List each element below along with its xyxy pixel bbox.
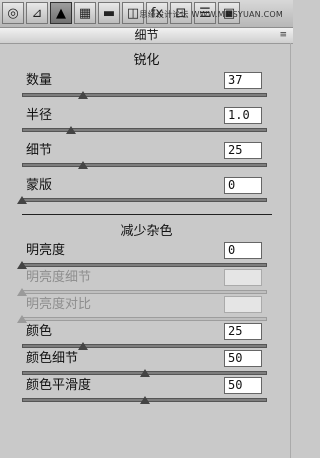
noise-reduction-section-title: 减少杂色 [120,224,173,239]
sharpening-section-title: 锐化 [133,53,160,68]
slider-thumb[interactable] [139,369,150,377]
tone-curve-icon[interactable]: ⊿ [26,2,48,24]
slider-thumb [17,288,27,296]
slider-value-input[interactable]: 0 [224,242,262,259]
hsl-icon[interactable]: ▦ [74,2,96,24]
triangle-detail-icon[interactable]: ▲ [50,2,72,24]
slider-track [22,290,267,294]
slider-track[interactable] [22,163,267,167]
slider-thumb [17,315,27,323]
slider-track[interactable] [22,198,267,202]
slider-thumb[interactable] [78,161,89,169]
slider-label: 明亮度对比 [26,297,92,312]
slider-label: 明亮度细节 [26,270,92,285]
watermark: 思缘设计论坛 WWW.MISSYUAN.COM [139,10,283,19]
slider-label: 细节 [26,143,53,158]
slider-value-input[interactable]: 50 [224,350,262,367]
slider-label: 颜色平滑度 [26,378,92,393]
slider-value-input[interactable]: 37 [224,72,262,89]
toolbar: ◎ ⊿ ▲ ▦ ▬ ◫ fx ⊡ ☰ ▣ 思缘设计论坛 WWW.MISSYUAN.COM [0,0,293,28]
panel-title-bar: 细节 ≡ [0,28,293,44]
slider-track[interactable] [22,93,267,97]
slider-track[interactable] [22,128,267,132]
slider-label: 明亮度 [26,243,66,258]
split-toning-icon[interactable]: ▬ [98,2,120,24]
slider-thumb[interactable] [78,91,89,99]
panel-title: 细节 [134,28,159,42]
slider-thumb[interactable] [17,261,27,269]
slider-thumb[interactable] [78,342,89,350]
slider-label: 数量 [26,73,53,88]
panel-menu-icon[interactable]: ≡ [279,30,287,41]
slider-label: 蒙版 [26,178,53,193]
slider-value-input[interactable]: 25 [224,142,262,159]
slider-value-input[interactable]: 25 [224,323,262,340]
slider-thumb[interactable] [17,196,27,204]
slider-value-input [224,296,262,313]
slider-thumb[interactable] [139,396,150,404]
aperture-icon[interactable]: ◎ [2,2,24,24]
slider-value-input [224,269,262,286]
slider-label: 半径 [26,108,53,123]
slider-value-input[interactable]: 1.0 [224,107,262,124]
slider-value-input[interactable]: 0 [224,177,262,194]
slider-thumb[interactable] [66,126,76,134]
slider-label: 颜色细节 [26,351,79,366]
slider-track [22,317,267,321]
slider-track[interactable] [22,344,267,348]
slider-value-input[interactable]: 50 [224,377,262,394]
scrollbar-track[interactable] [290,43,291,458]
section-divider [22,214,272,215]
slider-track[interactable] [22,263,267,267]
slider-label: 颜色 [26,324,53,339]
